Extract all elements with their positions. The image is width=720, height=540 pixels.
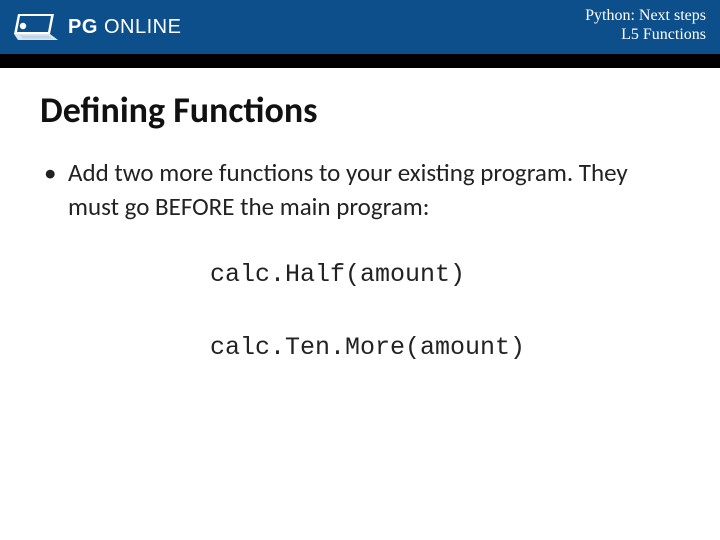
laptop-icon [14,12,58,42]
divider-strip [0,54,720,68]
header-course-info: Python: Next steps L5 Functions [585,6,706,44]
code-line-1: calc.Half(amount) [40,260,680,289]
slide: PG ONLINE Python: Next steps L5 Function… [0,0,720,540]
page-title: Defining Functions [40,88,680,132]
brand-logo: PG ONLINE [0,12,181,42]
brand-text: PG ONLINE [68,16,181,39]
course-title: Python: Next steps [585,6,706,25]
code-line-2: calc.Ten.More(amount) [40,333,680,362]
bullet-text: Add two more functions to your existing … [40,156,680,224]
brand-pg: PG [68,16,98,38]
content-area: Defining Functions Add two more function… [0,68,720,362]
brand-online: ONLINE [98,16,182,38]
lesson-title: L5 Functions [585,25,706,44]
header-bar: PG ONLINE Python: Next steps L5 Function… [0,0,720,54]
